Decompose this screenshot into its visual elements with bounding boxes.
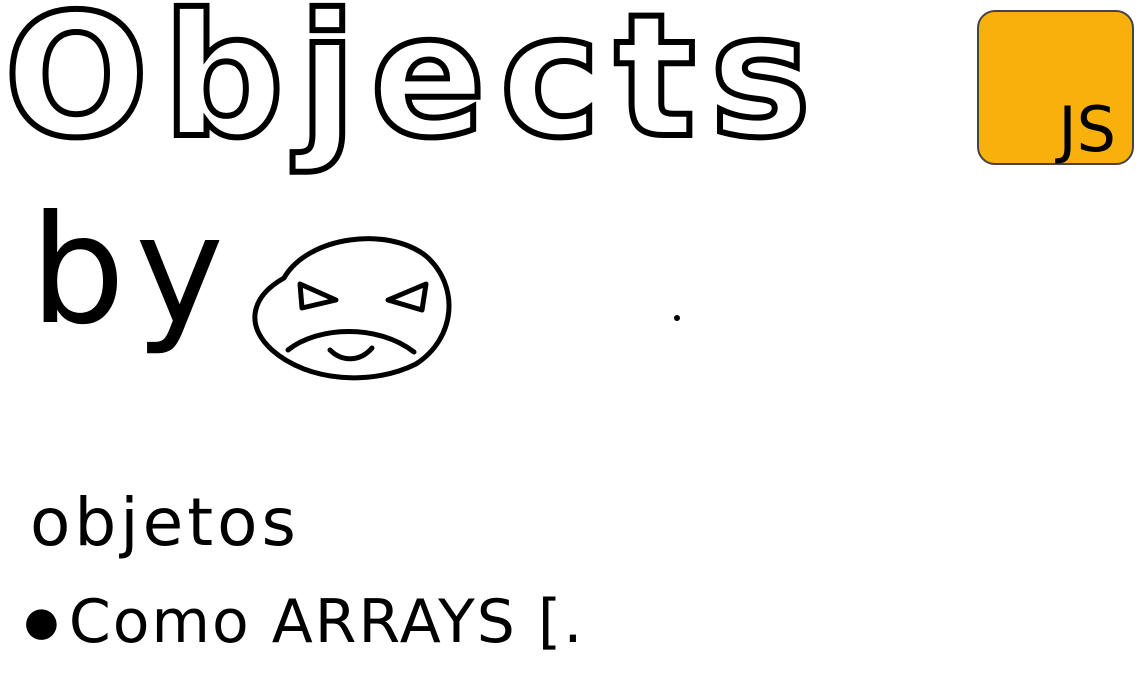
bullet-icon: ● <box>24 599 59 645</box>
sketch-title: Objects <box>1 0 825 176</box>
notes-bullet: ● Como ARRAYS [. <box>24 592 584 652</box>
byline-text: by <box>30 184 234 358</box>
js-logo-badge: JS <box>977 10 1134 165</box>
angry-face-doodle <box>252 236 452 381</box>
sketch-canvas: Objects JS by objetos ● Como ARRAYS [. <box>0 0 1144 687</box>
stray-dot <box>674 315 680 321</box>
notes-bullet-text: Como ARRAYS [. <box>68 587 585 657</box>
notes-heading: objetos <box>30 484 300 561</box>
js-logo-label: JS <box>1058 93 1116 166</box>
